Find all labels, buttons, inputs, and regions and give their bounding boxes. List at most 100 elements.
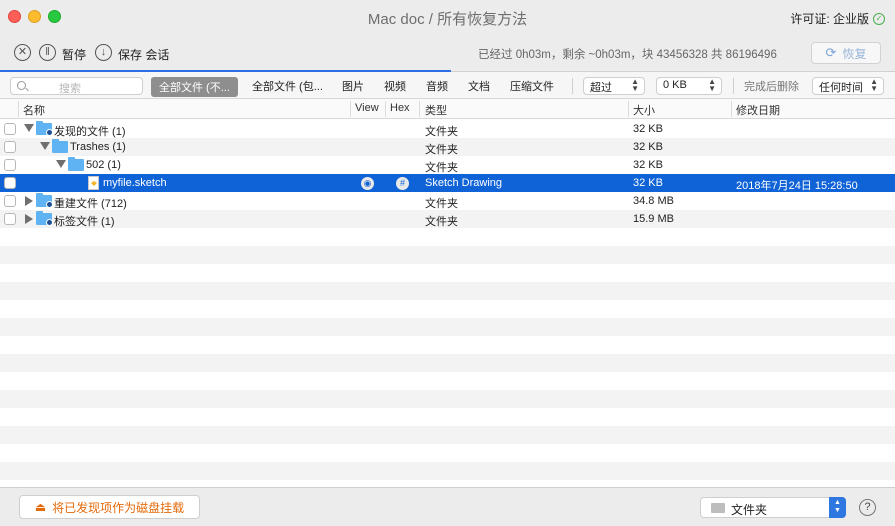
chevron-updown-icon: ▲ ▼ [708,77,716,93]
file-list: 发现的文件 (1) 文件夹 32 KB Trashes (1) 文件夹 32 K… [0,120,895,487]
row-name: 标签文件 (1) [54,216,115,228]
row-checkbox[interactable] [4,195,16,207]
empty-row [0,372,895,390]
table-row-selected[interactable]: myfile.sketch ◉ # Sketch Drawing 32 KB 2… [0,174,895,192]
row-size: 15.9 MB [633,213,674,225]
row-kind: Sketch Drawing [425,177,503,189]
scan-progress-text: 已经过 0h03m，剩余 ~0h03m，块 43456328 共 8619649… [478,49,777,61]
empty-row [0,480,895,487]
empty-row [0,444,895,462]
row-size: 32 KB [633,141,663,153]
restore-button[interactable]: ⟳ 恢复 [811,42,881,64]
row-name: 发现的文件 (1) [54,126,126,138]
eye-icon[interactable]: ◉ [361,177,374,190]
mount-as-disk-button[interactable]: ⏏ 将已发现项作为磁盘挂载 [19,495,200,519]
table-row[interactable]: 502 (1) 文件夹 32 KB [0,156,895,174]
disclosure-triangle-icon[interactable] [40,142,50,150]
size-operator-select[interactable]: 超过 ▲ ▼ [583,77,645,95]
stop-icon[interactable]: ✕ [14,44,31,61]
disclosure-triangle-icon[interactable] [56,160,66,168]
row-checkbox[interactable] [4,123,16,135]
pause-button[interactable]: 暂停 [62,46,86,63]
chevron-updown-icon: ▲ ▼ [631,77,639,93]
time-filter-value: 任何时间 [819,82,863,94]
table-row[interactable]: Trashes (1) 文件夹 32 KB [0,138,895,156]
column-divider [18,101,19,117]
sketch-file-icon [88,176,99,190]
empty-row [0,408,895,426]
row-checkbox[interactable] [4,177,16,189]
column-divider [419,101,420,117]
bottom-bar: ⏏ 将已发现项作为磁盘挂载 文件夹 ▲ ▼ ? [0,487,895,526]
disclosure-triangle-icon[interactable] [25,196,33,206]
column-size[interactable]: 大小 [633,102,655,118]
divider [572,78,573,94]
tab-audio[interactable]: 音频 [426,78,448,94]
disclosure-triangle-icon[interactable] [25,214,33,224]
empty-row [0,264,895,282]
empty-row [0,282,895,300]
row-size: 32 KB [633,159,663,171]
disk-mount-icon: ⏏ [34,500,47,514]
column-name[interactable]: 名称 [23,102,45,118]
row-kind: 文件夹 [425,216,458,228]
tab-documents[interactable]: 文档 [468,78,490,94]
row-name: myfile.sketch [103,177,167,189]
table-row[interactable]: 发现的文件 (1) 文件夹 32 KB [0,120,895,138]
row-size: 32 KB [633,177,663,189]
table-row[interactable]: 重建文件 (712) 文件夹 34.8 MB [0,192,895,210]
divider [733,78,734,94]
row-size: 32 KB [633,123,663,135]
tab-archives[interactable]: 压缩文件 [510,78,554,94]
hash-icon[interactable]: # [396,177,409,190]
table-row[interactable]: 标签文件 (1) 文件夹 15.9 MB [0,210,895,228]
save-session-button[interactable]: 保存 会话 [118,46,169,63]
tab-all-files-excluding[interactable]: 全部文件 (不... [151,77,238,97]
column-kind[interactable]: 类型 [425,102,447,118]
empty-row [0,390,895,408]
row-name: 502 (1) [86,159,121,171]
folder-icon [36,211,53,226]
column-divider [350,101,351,117]
save-session-icon[interactable]: ↓ [95,44,112,61]
license-status: 许可证: 企业版 ✓ [790,10,885,27]
delete-after-completion-option[interactable]: 完成后删除 [744,78,799,94]
column-view[interactable]: View [355,102,379,114]
pause-icon[interactable]: ‖ [39,44,56,61]
folder-icon [52,139,68,153]
check-circle-icon: ✓ [873,12,885,25]
view-mode-select[interactable]: 文件夹 ▲ ▼ [700,497,846,518]
row-name: Trashes (1) [70,141,126,153]
row-checkbox[interactable] [4,141,16,153]
restore-label: 恢复 [842,46,867,61]
column-hex[interactable]: Hex [390,102,410,114]
folder-icon [711,503,725,513]
column-date[interactable]: 修改日期 [736,102,780,118]
row-kind: 文件夹 [425,162,458,174]
tab-images[interactable]: 图片 [342,78,364,94]
time-filter-select[interactable]: 任何时间 ▲ ▼ [812,77,884,95]
disclosure-triangle-icon[interactable] [24,124,34,132]
tab-video[interactable]: 视频 [384,78,406,94]
search-input[interactable]: 搜索 [10,77,143,95]
row-size: 34.8 MB [633,195,674,207]
chevron-updown-icon: ▲ ▼ [829,497,846,518]
row-name: 重建文件 (712) [54,198,127,210]
size-value-select[interactable]: 0 KB ▲ ▼ [656,77,722,95]
empty-row [0,462,895,480]
row-checkbox[interactable] [4,159,16,171]
view-mode-value: 文件夹 [731,503,768,517]
empty-row [0,246,895,264]
tab-all-files-including[interactable]: 全部文件 (包... [252,78,323,94]
license-label: 许可证: 企业版 [790,12,869,26]
table-header: 名称 View Hex 类型 大小 修改日期 [0,99,895,119]
mount-label: 将已发现项作为磁盘挂载 [52,500,185,515]
search-icon [17,81,26,90]
empty-row [0,228,895,246]
row-checkbox[interactable] [4,213,16,225]
folder-icon [68,157,84,171]
empty-row [0,318,895,336]
empty-row [0,300,895,318]
help-button[interactable]: ? [859,499,876,516]
size-operator-value: 超过 [590,82,612,94]
